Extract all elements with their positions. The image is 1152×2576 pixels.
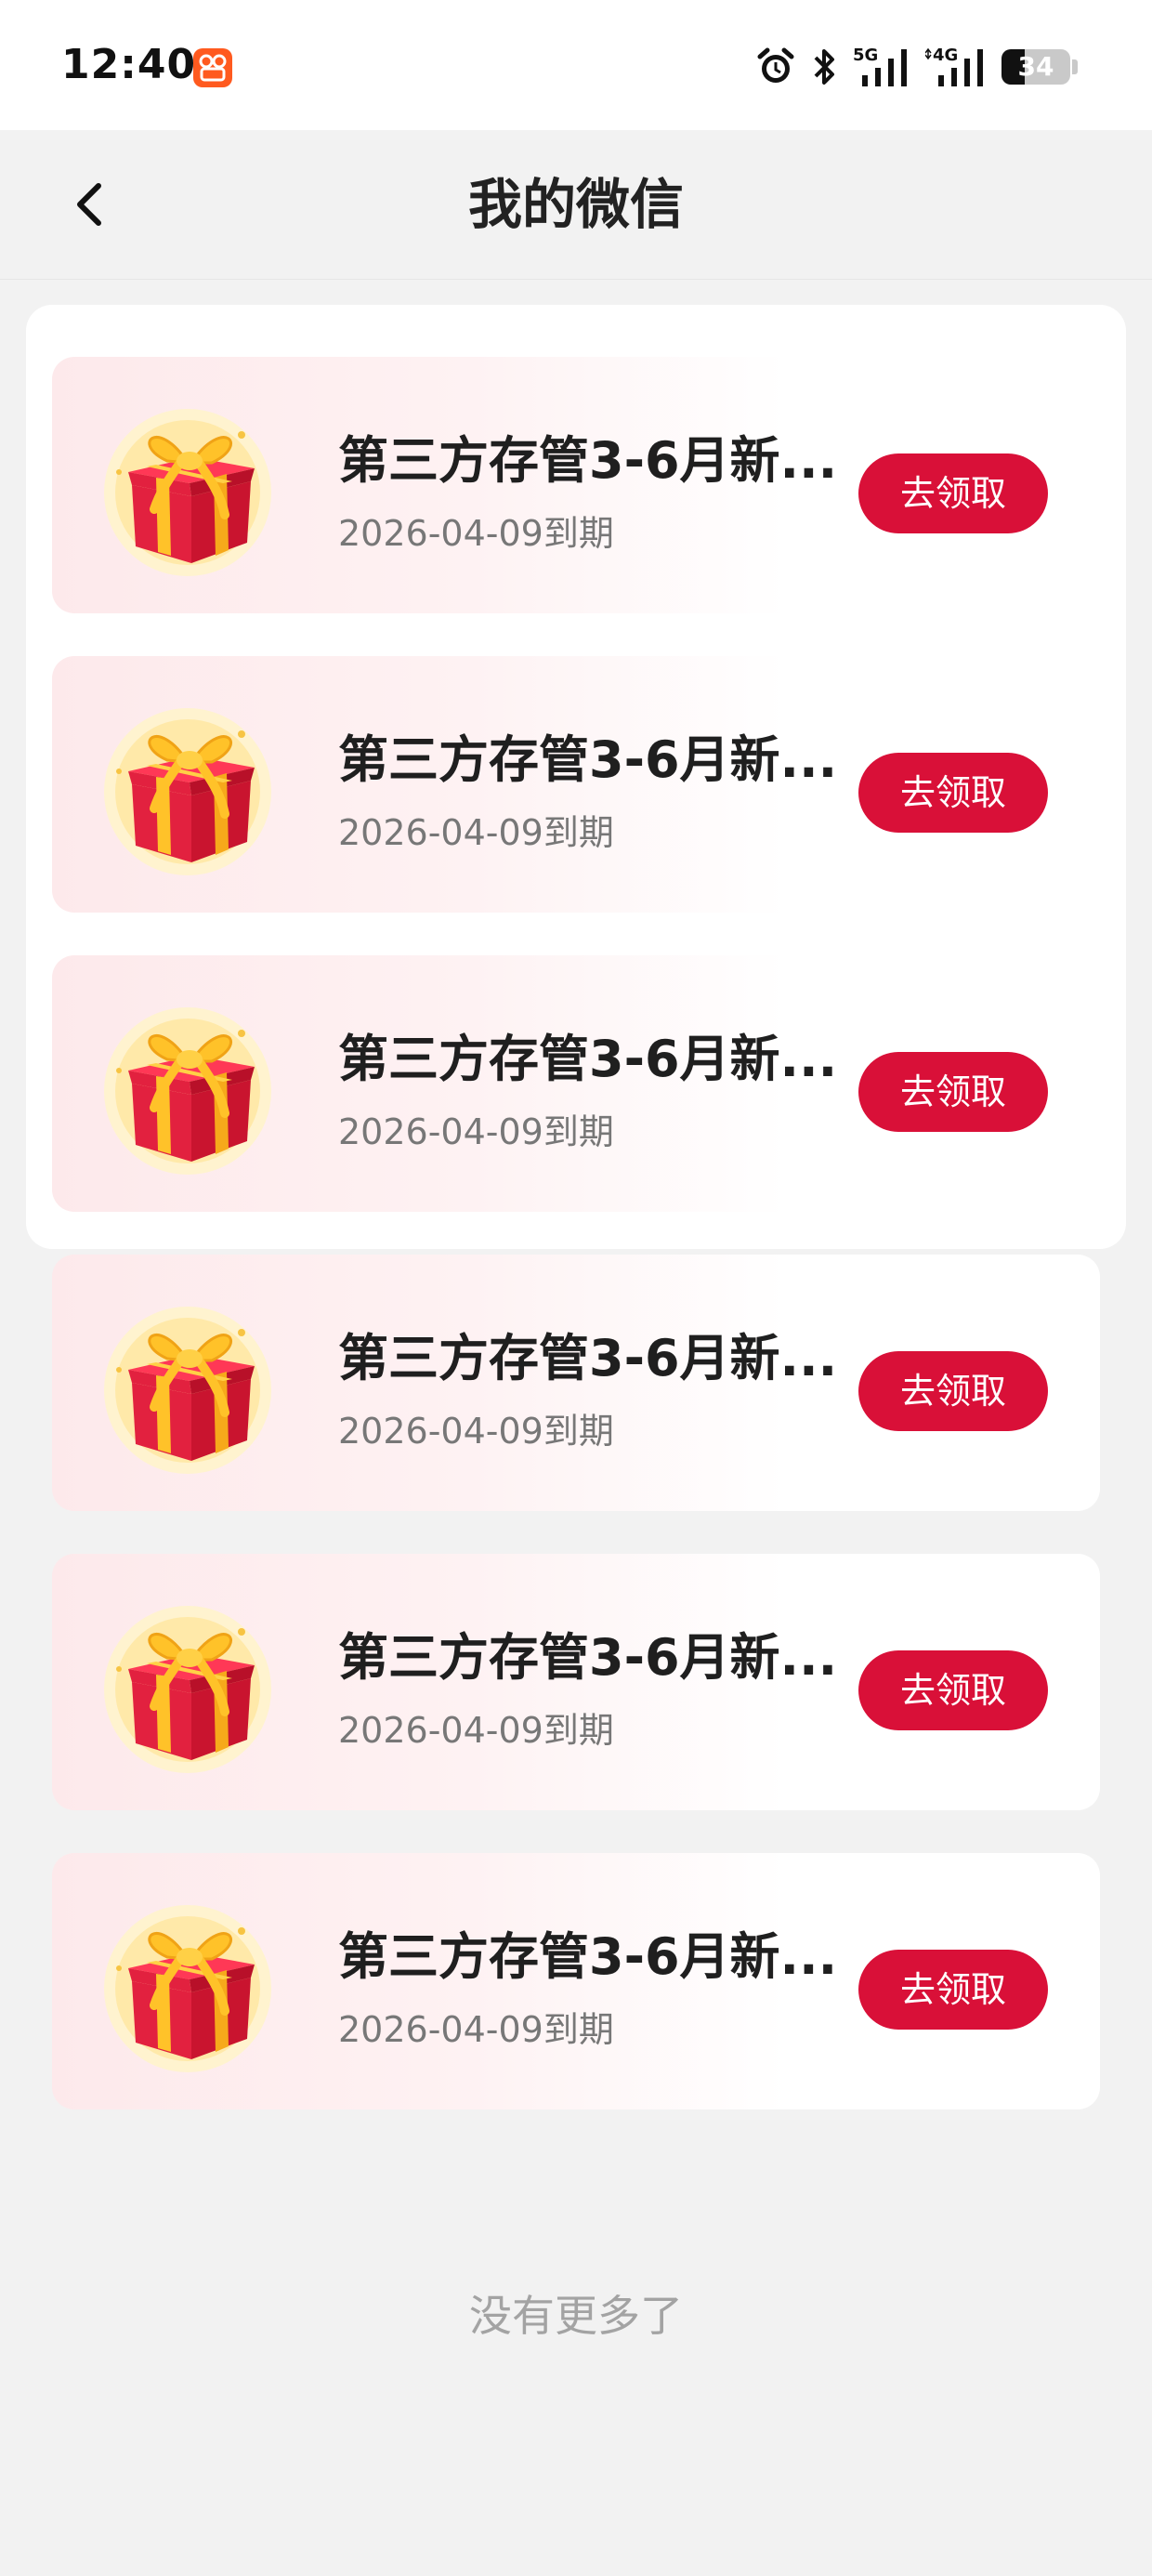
gift-box-icon	[102, 1305, 273, 1476]
gift-title: 第三方存管3-6月新...	[338, 1628, 838, 1687]
gift-title: 第三方存管3-6月新...	[338, 1329, 838, 1387]
status-bar: 12:40 5G 4G 34	[0, 0, 1152, 130]
gift-item: 第三方存管3-6月新... 2026-04-09到期 去领取	[52, 1255, 1100, 1511]
gift-item: 第三方存管3-6月新... 2026-04-09到期 去领取	[52, 955, 1100, 1212]
app-notification-icon	[193, 48, 232, 87]
claim-button[interactable]: 去领取	[858, 1650, 1048, 1730]
signal-4g-icon: 4G	[925, 46, 988, 88]
no-more-text: 没有更多了	[469, 2291, 683, 2341]
claim-button[interactable]: 去领取	[858, 753, 1048, 833]
gift-expiry: 2026-04-09到期	[338, 2009, 614, 2050]
gift-title: 第三方存管3-6月新...	[338, 1030, 838, 1088]
gift-box-icon	[102, 1903, 273, 2074]
gift-list: 第三方存管3-6月新... 2026-04-09到期 去领取 第三方存管3-6月…	[52, 357, 1100, 2152]
battery-level: 34	[1017, 51, 1054, 82]
gift-expiry: 2026-04-09到期	[338, 1710, 614, 1751]
bluetooth-icon	[810, 46, 840, 88]
gift-expiry: 2026-04-09到期	[338, 513, 614, 554]
gift-item: 第三方存管3-6月新... 2026-04-09到期 去领取	[52, 1853, 1100, 2109]
gift-item: 第三方存管3-6月新... 2026-04-09到期 去领取	[52, 656, 1100, 913]
gift-box-icon	[102, 706, 273, 877]
claim-button[interactable]: 去领取	[858, 1052, 1048, 1132]
gift-expiry: 2026-04-09到期	[338, 1411, 614, 1452]
gift-box-icon	[102, 407, 273, 578]
battery-tip	[1072, 59, 1078, 74]
gift-title: 第三方存管3-6月新...	[338, 1927, 838, 1986]
gift-item: 第三方存管3-6月新... 2026-04-09到期 去领取	[52, 357, 1100, 613]
gift-item: 第三方存管3-6月新... 2026-04-09到期 去领取	[52, 1554, 1100, 1810]
gift-box-icon	[102, 1604, 273, 1775]
claim-button[interactable]: 去领取	[858, 1351, 1048, 1431]
claim-button[interactable]: 去领取	[858, 1950, 1048, 2030]
gift-expiry: 2026-04-09到期	[338, 812, 614, 853]
gift-expiry: 2026-04-09到期	[338, 1111, 614, 1152]
signal-5g-icon: 5G	[853, 46, 912, 88]
gift-title: 第三方存管3-6月新...	[338, 730, 838, 789]
nav-bar: 我的微信	[0, 130, 1152, 280]
gift-list-card: 第三方存管3-6月新... 2026-04-09到期 去领取 第三方存管3-6月…	[26, 305, 1126, 2109]
page-title: 我的微信	[467, 173, 684, 236]
gift-title: 第三方存管3-6月新...	[338, 431, 838, 490]
alarm-icon	[754, 46, 797, 88]
status-time: 12:40	[61, 41, 197, 88]
battery-icon: 34	[1001, 49, 1070, 85]
status-icons: 5G 4G 34	[754, 43, 1078, 91]
gift-box-icon	[102, 1005, 273, 1176]
claim-button[interactable]: 去领取	[858, 453, 1048, 533]
